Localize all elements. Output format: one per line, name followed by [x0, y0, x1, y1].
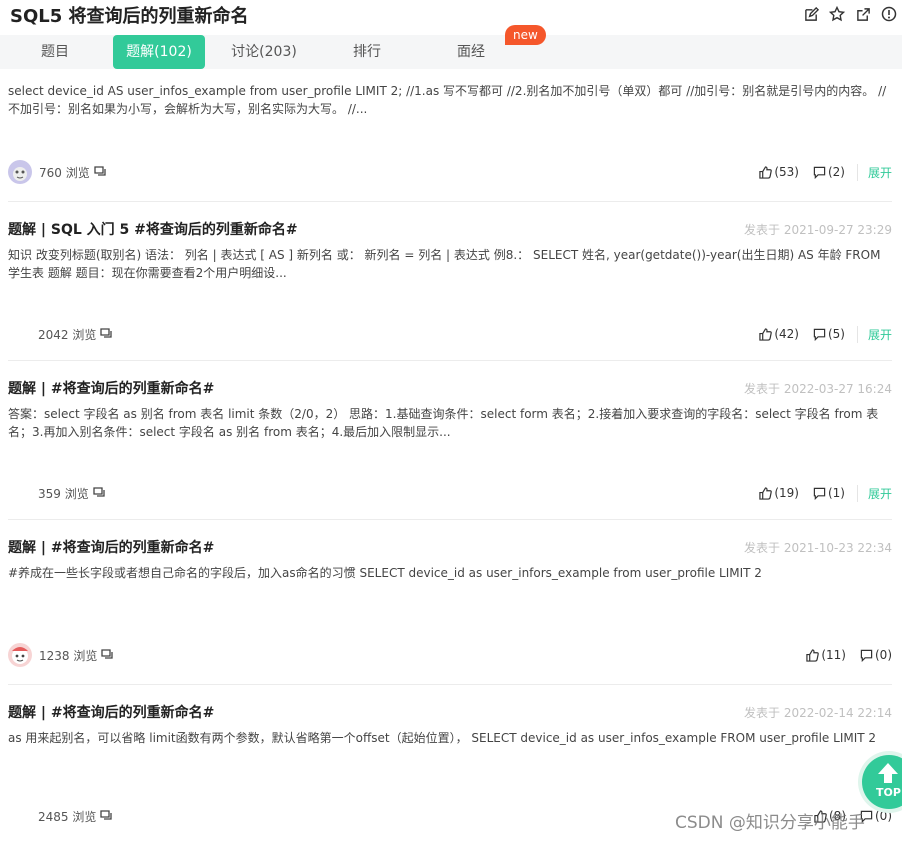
avatar[interactable] [8, 160, 32, 184]
tab-discussion[interactable]: 讨论(203) [214, 35, 314, 69]
tab-problem[interactable]: 题目 [8, 35, 102, 69]
like-count: (42) [774, 327, 799, 341]
view-stats: 2042 浏览 [38, 322, 113, 346]
post-title[interactable]: 题解 | #将查询后的列重新命名# [8, 537, 214, 557]
post-actions: (19) (1) 展开 [745, 481, 892, 505]
like-button[interactable]: (19) [759, 486, 799, 500]
comment-icon [860, 649, 873, 662]
post-footer: 359 浏览 (19) (1) 展开 [8, 481, 892, 505]
like-count: (53) [774, 165, 799, 179]
thumbs-up-icon [759, 486, 773, 500]
header-toolbar [802, 5, 898, 23]
post-footer: 760 浏览 (53) (2) 展开 [8, 160, 892, 184]
star-icon[interactable] [828, 5, 846, 23]
page-title: SQL5 将查询后的列重新命名 [10, 6, 249, 27]
list-item[interactable]: select device_id AS user_infos_example f… [8, 72, 892, 202]
like-count: (11) [821, 648, 846, 662]
post-actions: (42) (5) 展开 [745, 322, 892, 346]
like-count: (19) [774, 486, 799, 500]
like-button[interactable]: (42) [759, 327, 799, 341]
comment-icon [813, 487, 826, 500]
share-post-icon[interactable] [100, 809, 113, 824]
new-badge: new [505, 25, 546, 45]
tab-bar: 题目 题解(102) 讨论(203) 排行 面经 [0, 35, 902, 69]
post-summary: as 用来起别名，可以省略 limit函数有两个参数，默认省略第一个offset… [8, 731, 877, 745]
post-title[interactable]: 题解 | SQL 入门 5 #将查询后的列重新命名# [8, 219, 298, 239]
post-date: 发表于 2021-09-27 23:29 [744, 223, 892, 237]
view-stats: 2485 浏览 [38, 804, 113, 828]
comment-button[interactable]: (1) [813, 486, 845, 500]
thumbs-up-icon [759, 165, 773, 179]
share-post-icon[interactable] [100, 327, 113, 342]
expand-button[interactable]: 展开 [856, 484, 892, 502]
comment-count: (1) [827, 486, 845, 500]
arrow-up-icon [878, 763, 898, 783]
list-item[interactable]: 题解 | SQL 入门 5 #将查询后的列重新命名# 发表于 2021-09-2… [8, 201, 892, 361]
post-title[interactable]: 题解 | #将查询后的列重新命名# [8, 702, 214, 722]
post-date: 发表于 2022-02-14 22:14 [744, 706, 892, 720]
tab-solutions[interactable]: 题解(102) [113, 35, 205, 69]
like-button[interactable]: (11) [806, 648, 846, 662]
view-count: 2042 浏览 [38, 327, 97, 342]
comment-icon [813, 166, 826, 179]
comment-button[interactable]: (0) [860, 648, 892, 662]
thumbs-up-icon [759, 327, 773, 341]
post-actions: (53) (2) 展开 [745, 160, 892, 184]
report-icon[interactable] [880, 5, 898, 23]
comment-count: (0) [875, 809, 892, 823]
post-date: 发表于 2021-10-23 22:34 [744, 541, 892, 555]
expand-button[interactable]: 展开 [856, 163, 892, 181]
view-stats: 1238 浏览 [8, 643, 114, 667]
view-count: 760 浏览 [39, 165, 90, 180]
post-footer: 1238 浏览 (11) (0) [8, 643, 892, 667]
share-post-icon[interactable] [94, 165, 106, 180]
share-icon[interactable] [854, 5, 872, 23]
comment-count: (0) [875, 648, 892, 662]
comment-count: (2) [827, 165, 845, 179]
post-summary: select device_id AS user_infos_example f… [8, 84, 887, 116]
view-count: 2485 浏览 [38, 809, 97, 824]
comment-count: (5) [827, 327, 845, 341]
expand-button[interactable]: 展开 [856, 325, 892, 343]
post-summary: 知识 改变列标题(取别名) 语法： 列名 | 表达式 [ AS ] 新列名 或：… [8, 248, 881, 280]
comment-button[interactable]: (2) [813, 165, 845, 179]
top-label: TOP [876, 786, 901, 799]
edit-icon[interactable] [802, 5, 820, 23]
post-title[interactable]: 题解 | #将查询后的列重新命名# [8, 378, 214, 398]
post-summary: #养成在一些长字段或者想自己命名的字段后，加入as命名的习惯 SELECT de… [8, 566, 762, 580]
tab-ranking[interactable]: 排行 [324, 35, 410, 69]
thumbs-up-icon [806, 648, 820, 662]
list-item[interactable]: 题解 | #将查询后的列重新命名# 发表于 2021-10-23 22:34 #… [8, 519, 892, 685]
share-post-icon[interactable] [101, 648, 114, 663]
view-count: 359 浏览 [38, 486, 89, 501]
post-footer: 2042 浏览 (42) (5) 展开 [8, 322, 892, 346]
post-actions: (11) (0) [792, 643, 892, 667]
list-item[interactable]: 题解 | #将查询后的列重新命名# 发表于 2022-03-27 16:24 答… [8, 360, 892, 520]
post-date: 发表于 2022-03-27 16:24 [744, 382, 892, 396]
view-stats: 760 浏览 [8, 160, 106, 184]
view-stats: 359 浏览 [38, 481, 105, 505]
tab-interview[interactable]: 面经 [426, 35, 516, 69]
share-post-icon[interactable] [93, 486, 105, 501]
view-count: 1238 浏览 [39, 648, 98, 663]
page-header: SQL5 将查询后的列重新命名 [0, 0, 902, 34]
like-button[interactable]: (53) [759, 165, 799, 179]
comment-button[interactable]: (5) [813, 327, 845, 341]
watermark: CSDN @知识分享小能手 [675, 813, 865, 833]
comment-icon [813, 328, 826, 341]
post-summary: 答案：select 字段名 as 别名 from 表名 limit 条数（2/0… [8, 407, 879, 439]
avatar[interactable] [8, 643, 32, 667]
